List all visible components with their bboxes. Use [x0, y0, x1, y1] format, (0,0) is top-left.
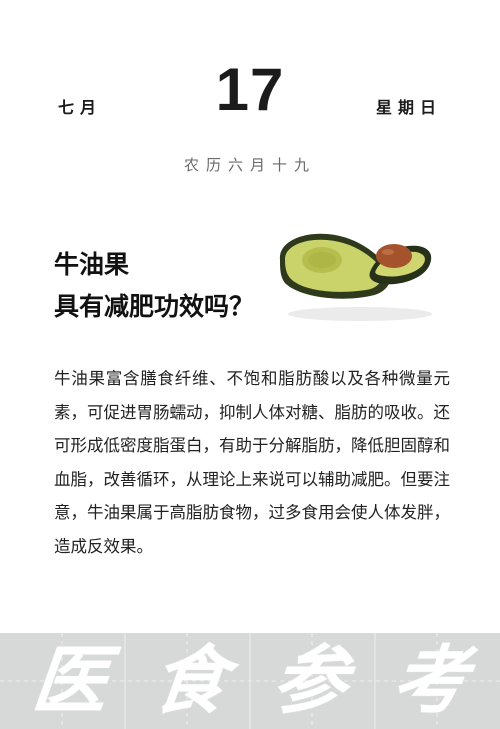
- footer-banner: 医 食 参 考: [0, 633, 500, 729]
- headline-line-2: 具有减肥功效吗？: [54, 292, 255, 321]
- avocado-illustration: [279, 233, 432, 321]
- article-body: 牛油果富含膳食纤维、不饱和脂肪酸以及各种微量元素，可促进胃肠蠕动，抑制人体对糖、…: [54, 369, 450, 556]
- avocado-shadow: [288, 307, 432, 321]
- banner-char-1: 医: [28, 638, 112, 724]
- date-header: 七月 17 星期日: [0, 58, 500, 128]
- headline-line-1: 牛油果: [54, 250, 130, 279]
- banner-title: 医 食 参 考: [0, 633, 500, 729]
- lunar-date: 农历六月十九: [183, 156, 316, 174]
- banner-char-4: 考: [388, 638, 472, 724]
- headline: 牛油果 具有减肥功效吗？: [54, 244, 254, 328]
- banner-char-3: 参: [268, 638, 352, 724]
- banner-char-2: 食: [148, 638, 232, 724]
- avocado-pit: [376, 244, 412, 268]
- weekday-label: 星期日: [375, 98, 442, 117]
